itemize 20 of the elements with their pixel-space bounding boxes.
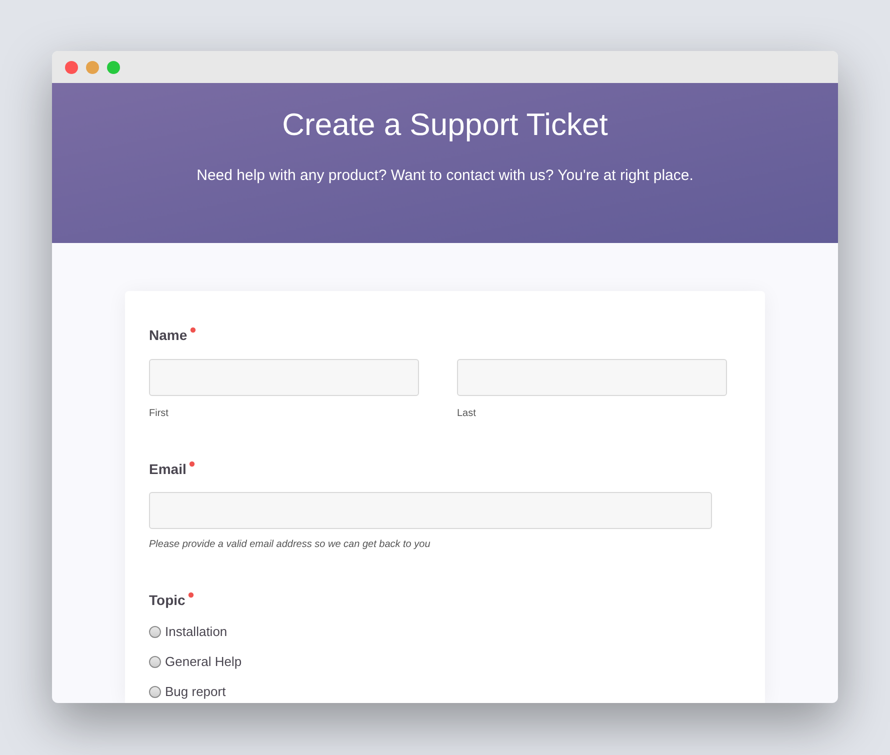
radio-button[interactable] — [149, 686, 161, 698]
page-title: Create a Support Ticket — [282, 106, 608, 144]
close-icon[interactable] — [65, 60, 78, 74]
maximize-icon[interactable] — [107, 60, 120, 74]
radio-label[interactable]: Installation — [165, 623, 228, 641]
radio-button[interactable] — [149, 626, 161, 638]
field-label: Name — [149, 326, 188, 345]
radio-label[interactable]: General Help — [165, 653, 242, 671]
radio-button[interactable] — [149, 656, 161, 668]
help-text: Please provide a valid email address so we can get back to you — [149, 538, 432, 552]
page-subtitle: Need help with any product? Want to contact with us? You're at right place. — [196, 166, 694, 186]
minimize-icon[interactable] — [86, 60, 99, 74]
input-field[interactable] — [457, 359, 727, 396]
radio-label[interactable]: Bug report — [165, 683, 226, 701]
field-sublabel: First — [149, 407, 170, 421]
field-label: Email — [149, 460, 186, 479]
input-field[interactable] — [149, 359, 419, 396]
field-sublabel: Last — [457, 407, 477, 421]
input-field[interactable] — [149, 492, 712, 529]
field-label: Topic — [149, 591, 186, 610]
